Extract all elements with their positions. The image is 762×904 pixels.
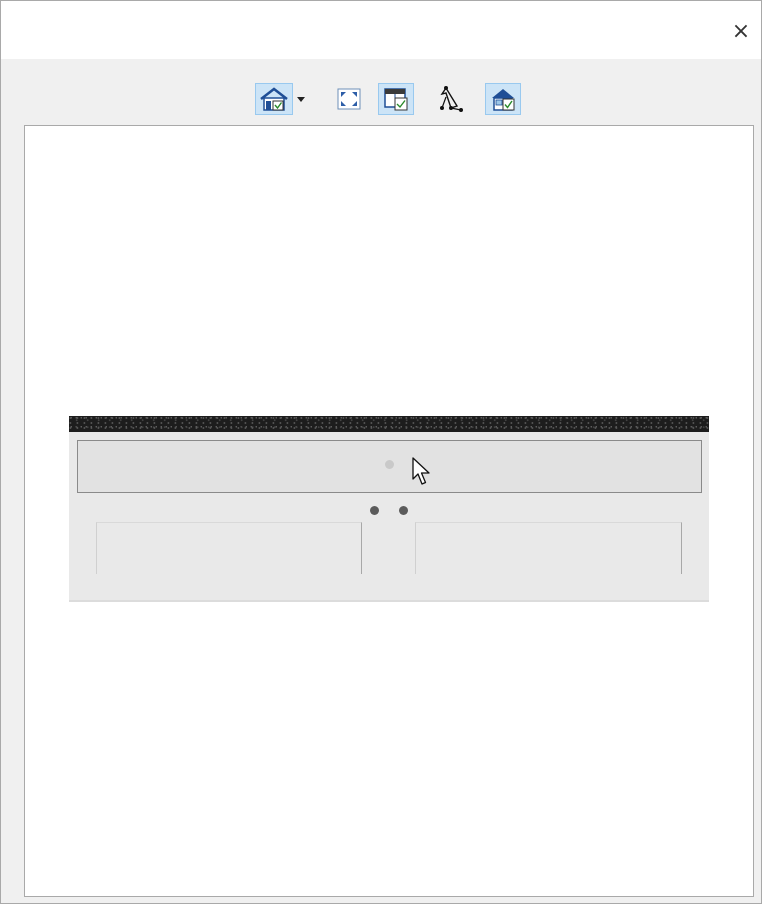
fill-window-button[interactable] xyxy=(331,83,367,115)
drawer-knob xyxy=(385,460,394,469)
cabinet-drawer-front[interactable] xyxy=(77,440,702,493)
door-knob-right xyxy=(399,506,408,515)
cabinet-box xyxy=(69,432,709,602)
elevation-view-button[interactable] xyxy=(378,83,414,115)
fill-window-icon xyxy=(336,87,362,111)
close-button[interactable]: × xyxy=(721,15,761,49)
close-icon: × xyxy=(731,19,751,44)
right-door-panel[interactable] xyxy=(415,522,682,574)
view-toolbar xyxy=(1,59,761,125)
door-knob-left xyxy=(370,506,379,515)
mouse-pointer-icon xyxy=(412,457,432,491)
view-mode-dropdown[interactable] xyxy=(294,83,308,115)
edit-handles-button[interactable] xyxy=(433,83,469,115)
edit-handles-icon xyxy=(437,85,465,113)
view-mode-button[interactable] xyxy=(255,83,293,115)
view-mode-icon xyxy=(259,86,289,112)
preview-window: × xyxy=(0,0,762,904)
elevation-view-icon xyxy=(382,86,410,112)
base-cabinet-elevation[interactable] xyxy=(69,416,709,606)
camera-view-canvas[interactable] xyxy=(24,125,754,897)
render-3d-button[interactable] xyxy=(485,83,521,115)
left-door-panel[interactable] xyxy=(96,522,362,574)
render-3d-icon xyxy=(489,86,517,112)
title-bar: × xyxy=(1,1,761,59)
chevron-down-icon xyxy=(296,94,306,104)
granite-countertop xyxy=(69,416,709,432)
